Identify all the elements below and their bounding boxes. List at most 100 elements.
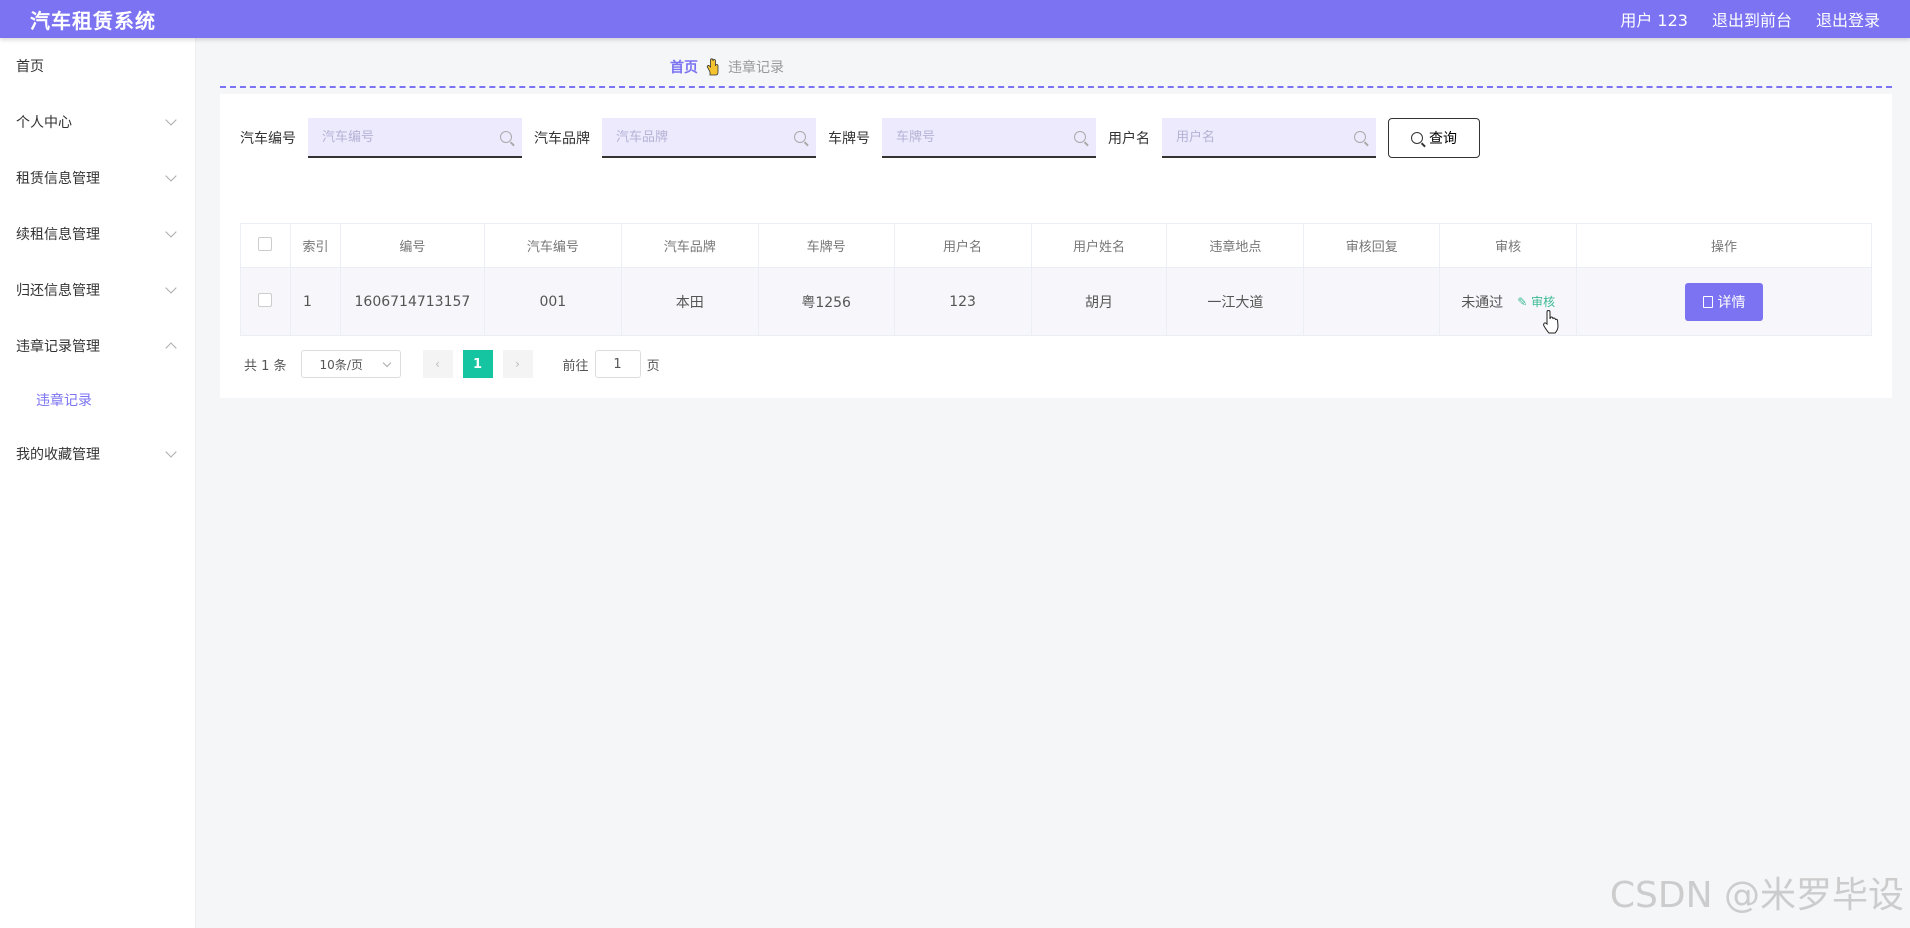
app-title: 汽车租赁系统 bbox=[30, 8, 156, 33]
chevron-down-icon bbox=[165, 282, 177, 294]
sidebar-item-rental[interactable]: 租赁信息管理 bbox=[0, 150, 195, 206]
chevron-left-icon: ‹ bbox=[435, 357, 440, 371]
breadcrumb-current: 违章记录 bbox=[728, 60, 784, 76]
username-input[interactable] bbox=[1176, 129, 1346, 145]
sidebar-subitem-violation-records[interactable]: 违章记录 bbox=[0, 374, 195, 426]
page-number-button[interactable]: 1 bbox=[462, 350, 493, 378]
table-header: 审核 bbox=[1439, 223, 1578, 268]
number-cell: 1606714713157 bbox=[339, 267, 485, 336]
audit-link[interactable]: ✎ 审核 bbox=[1517, 293, 1555, 310]
table-header: 汽车编号 bbox=[483, 223, 622, 268]
select-all-checkbox[interactable] bbox=[258, 236, 273, 251]
row-checkbox[interactable] bbox=[258, 292, 273, 307]
plate-cell: 粤1256 bbox=[757, 267, 895, 336]
chevron-down-icon bbox=[382, 358, 391, 367]
brand-label: 汽车品牌 bbox=[534, 131, 590, 147]
prev-page-button[interactable]: ‹ bbox=[422, 350, 453, 378]
brand-input[interactable] bbox=[616, 129, 786, 145]
pagination: 共 1 条 10条/页 ‹ 1 › 前往 页 bbox=[244, 350, 660, 378]
sidebar-item-label: 违章记录管理 bbox=[16, 339, 100, 355]
sidebar-item-label: 我的收藏管理 bbox=[16, 447, 100, 463]
query-button[interactable]: 查询 bbox=[1388, 118, 1480, 158]
table-header: 操作 bbox=[1576, 223, 1872, 268]
index-cell: 1 bbox=[289, 267, 341, 336]
search-icon bbox=[1354, 131, 1366, 143]
car-number-label: 汽车编号 bbox=[240, 131, 296, 147]
sidebar-item-label: 续租信息管理 bbox=[16, 227, 100, 243]
document-icon bbox=[1702, 295, 1713, 308]
audit-link-label: 审核 bbox=[1531, 295, 1556, 309]
detail-button-label: 详情 bbox=[1717, 294, 1746, 311]
table-header: 违章地点 bbox=[1166, 223, 1305, 268]
search-icon bbox=[794, 131, 806, 143]
sidebar-item-label: 违章记录 bbox=[36, 393, 92, 409]
chevron-up-icon bbox=[165, 342, 177, 354]
hand-pointer-icon bbox=[1543, 310, 1559, 334]
username-label: 用户名 bbox=[1108, 131, 1150, 147]
table-header: 汽车品牌 bbox=[620, 223, 759, 268]
select-all-cell bbox=[240, 223, 291, 268]
chevron-down-icon bbox=[165, 446, 177, 458]
audit-status: 未通过 bbox=[1461, 294, 1504, 311]
sidebar-item-violation-mgmt[interactable]: 违章记录管理 bbox=[0, 318, 195, 374]
total-count: 共 1 条 bbox=[244, 358, 287, 374]
action-cell: 详情 bbox=[1576, 267, 1872, 336]
page-size-value: 10条/页 bbox=[319, 357, 363, 372]
reply-cell bbox=[1303, 267, 1441, 336]
user-label: 用户 123 bbox=[1620, 11, 1688, 30]
sidebar-item-renewal[interactable]: 续租信息管理 bbox=[0, 206, 195, 262]
divider bbox=[220, 86, 1892, 88]
sidebar-item-label: 归还信息管理 bbox=[16, 283, 100, 299]
car-number-input[interactable] bbox=[322, 129, 492, 145]
chevron-down-icon bbox=[165, 170, 177, 182]
logout-link[interactable]: 退出登录 bbox=[1816, 7, 1880, 31]
username-cell: 123 bbox=[893, 267, 1032, 336]
sidebar: 首页 个人中心 租赁信息管理 续租信息管理 归还信息管理 违章记录管理 违章记录… bbox=[0, 38, 196, 928]
sidebar-item-favorites[interactable]: 我的收藏管理 bbox=[0, 426, 195, 482]
plate-field bbox=[882, 118, 1096, 158]
to-front-link[interactable]: 退出到前台 bbox=[1712, 7, 1792, 31]
table-header: 索引 bbox=[289, 223, 341, 268]
search-icon bbox=[1411, 132, 1423, 144]
sidebar-item-personal-center[interactable]: 个人中心 bbox=[0, 94, 195, 150]
car-number-field bbox=[308, 118, 522, 158]
content-panel: 汽车编号 汽车品牌 车牌号 用户名 查询 bbox=[220, 94, 1892, 398]
car-number-cell: 001 bbox=[483, 267, 622, 336]
location-cell: 一江大道 bbox=[1166, 267, 1305, 336]
breadcrumb: 首页 违章记录 bbox=[670, 57, 784, 77]
sidebar-item-label: 租赁信息管理 bbox=[16, 171, 100, 187]
breadcrumb-home[interactable]: 首页 bbox=[670, 57, 698, 77]
hand-icon bbox=[706, 58, 719, 76]
goto-label: 前往 bbox=[562, 358, 589, 374]
table-row: 1 1606714713157 001 本田 粤1256 123 胡月 一江大道… bbox=[240, 267, 1872, 336]
sidebar-item-return[interactable]: 归还信息管理 bbox=[0, 262, 195, 318]
table-header: 车牌号 bbox=[757, 223, 895, 268]
brand-field bbox=[602, 118, 816, 158]
top-right-nav: 用户 123 退出到前台 退出登录 bbox=[1620, 7, 1880, 31]
next-page-button[interactable]: › bbox=[502, 350, 533, 378]
edit-icon: ✎ bbox=[1517, 295, 1528, 309]
page-size-select[interactable]: 10条/页 bbox=[300, 350, 401, 378]
sidebar-item-home[interactable]: 首页 bbox=[0, 38, 195, 94]
brand-cell: 本田 bbox=[620, 267, 759, 336]
detail-button[interactable]: 详情 bbox=[1685, 282, 1764, 321]
table-header: 审核回复 bbox=[1303, 223, 1441, 268]
row-select-cell bbox=[240, 267, 291, 336]
sidebar-item-label: 个人中心 bbox=[16, 115, 72, 131]
table-header: 用户姓名 bbox=[1030, 223, 1168, 268]
goto-page-input[interactable] bbox=[594, 350, 641, 378]
top-bar: 汽车租赁系统 用户 123 退出到前台 退出登录 bbox=[0, 0, 1910, 38]
search-icon bbox=[1074, 131, 1086, 143]
realname-cell: 胡月 bbox=[1030, 267, 1168, 336]
chevron-right-icon: › bbox=[515, 357, 520, 371]
chevron-down-icon bbox=[165, 114, 177, 126]
sidebar-item-label: 首页 bbox=[16, 59, 44, 75]
plate-input[interactable] bbox=[896, 129, 1066, 145]
table-header: 用户名 bbox=[893, 223, 1032, 268]
search-icon bbox=[500, 131, 512, 143]
watermark: CSDN @米罗毕设 bbox=[1609, 875, 1904, 916]
violation-table: 索引 编号 汽车编号 汽车品牌 车牌号 用户名 用户姓名 违章地点 审核回复 审… bbox=[240, 223, 1872, 336]
chevron-down-icon bbox=[165, 226, 177, 238]
username-field bbox=[1162, 118, 1376, 158]
query-button-label: 查询 bbox=[1429, 131, 1457, 147]
